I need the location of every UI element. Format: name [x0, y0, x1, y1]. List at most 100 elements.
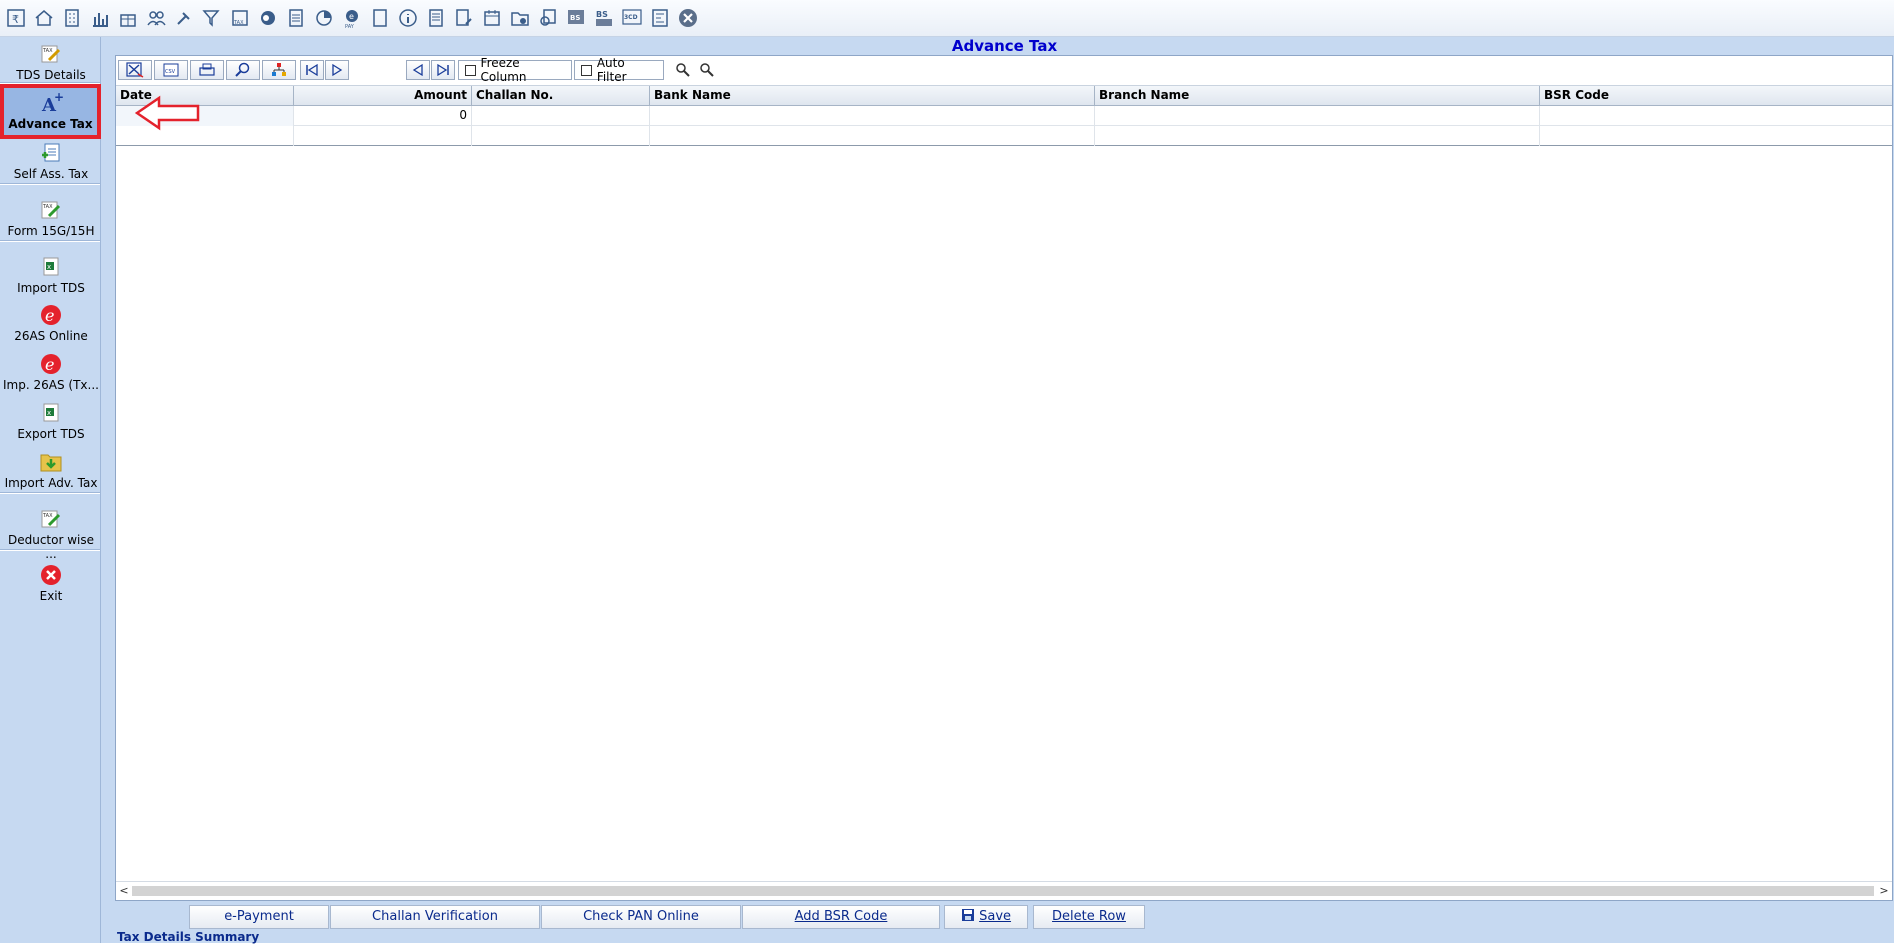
cell-bank-name[interactable]: [650, 126, 1095, 146]
cell-bank-name[interactable]: [650, 106, 1095, 126]
find-next-button[interactable]: [696, 60, 718, 80]
sidebar-item-label: Imp. 26AS (Tx...: [3, 378, 99, 392]
sidebar-item-label: Advance Tax: [8, 117, 93, 131]
search-user-icon: [676, 63, 690, 77]
book-icon[interactable]: [368, 6, 392, 30]
column-header-bank-name[interactable]: Bank Name: [650, 86, 1095, 106]
e-filing-icon: e: [41, 305, 61, 325]
report-icon[interactable]: [424, 6, 448, 30]
freeze-column-toggle[interactable]: Freeze Column: [458, 56, 572, 84]
e-payment-button[interactable]: e-Payment: [189, 905, 329, 929]
action-bar: e-Payment Challan Verification Check PAN…: [101, 905, 1894, 929]
first-record-button[interactable]: [300, 60, 324, 80]
sidebar-item-advance-tax[interactable]: A + Advance Tax: [0, 84, 101, 139]
column-header-challan-no[interactable]: Challan No.: [472, 86, 650, 106]
preview-button[interactable]: [226, 60, 260, 80]
scroll-right-icon[interactable]: >: [1877, 884, 1891, 898]
table-row[interactable]: 0: [116, 106, 1892, 126]
last-record-button[interactable]: [431, 60, 455, 80]
form-edit-icon: TAX: [41, 201, 61, 219]
cell-challan-no[interactable]: [472, 106, 650, 126]
horizontal-scrollbar[interactable]: < >: [116, 881, 1892, 900]
cell-branch-name[interactable]: [1095, 126, 1540, 146]
sidebar-item-label: Export TDS: [17, 427, 85, 441]
sidebar-item-imp-26as[interactable]: e Imp. 26AS (Tx...: [2, 352, 100, 392]
csv-button[interactable]: CSV: [154, 60, 188, 80]
tax-icon[interactable]: TAX: [228, 6, 252, 30]
auto-filter-toggle[interactable]: Auto Filter: [574, 56, 664, 84]
add-bsr-code-button[interactable]: Add BSR Code: [742, 905, 940, 929]
sidebar-item-exit[interactable]: Exit: [2, 563, 100, 603]
column-header-branch-name[interactable]: Branch Name: [1095, 86, 1540, 106]
copy-doc-icon[interactable]: [536, 6, 560, 30]
close-circle-icon[interactable]: [676, 6, 700, 30]
pie-chart-icon[interactable]: [312, 6, 336, 30]
tax-edit-icon: TAX: [41, 45, 61, 63]
table-row[interactable]: [116, 126, 1892, 146]
epay-icon[interactable]: e PAY: [340, 6, 364, 30]
gift-icon[interactable]: [116, 6, 140, 30]
sidebar-item-label: 26AS Online: [14, 329, 88, 343]
delete-row-button[interactable]: Delete Row: [1033, 905, 1145, 929]
sidebar-item-form-15g-15h[interactable]: TAX Form 15G/15H: [2, 198, 100, 238]
cell-challan-no[interactable]: [472, 126, 650, 146]
cell-bsr-code[interactable]: [1540, 106, 1892, 126]
print-button[interactable]: [190, 60, 224, 80]
exit-icon: [41, 565, 61, 585]
bs-icon[interactable]: BS: [564, 6, 588, 30]
bs-sch-icon[interactable]: BS: [592, 6, 616, 30]
advance-tax-icon: A+: [41, 91, 63, 115]
3cd-icon[interactable]: 3CD: [620, 6, 644, 30]
cell-amount[interactable]: 0: [294, 106, 472, 126]
export-excel-button[interactable]: [118, 60, 152, 80]
rupee-book-icon[interactable]: ₹: [4, 6, 28, 30]
filter-icon[interactable]: [200, 6, 224, 30]
auto-filter-checkbox[interactable]: [581, 64, 592, 76]
folder-add-icon[interactable]: [508, 6, 532, 30]
freeze-column-checkbox[interactable]: [465, 64, 476, 76]
group-button[interactable]: [262, 60, 296, 80]
column-header-amount[interactable]: Amount: [294, 86, 472, 106]
calendar-icon[interactable]: [480, 6, 504, 30]
sidebar-item-deductor-wise[interactable]: TAX Deductor wise ...: [2, 507, 100, 561]
form-icon[interactable]: [648, 6, 672, 30]
bar-chart-icon[interactable]: [88, 6, 112, 30]
sidebar-item-import-adv-tax[interactable]: Import Adv. Tax: [2, 450, 100, 490]
self-assessment-icon: [42, 143, 60, 162]
edit-doc-icon[interactable]: [452, 6, 476, 30]
svg-text:TAX: TAX: [42, 204, 53, 210]
add-bsr-code-label: Add BSR Code: [794, 909, 888, 924]
scroll-thumb[interactable]: [132, 886, 1874, 896]
cell-amount[interactable]: [294, 126, 472, 146]
prev-record-button[interactable]: [406, 60, 430, 80]
sidebar-item-import-tds[interactable]: x Import TDS: [2, 255, 100, 295]
sidebar-item-26as-online[interactable]: e 26AS Online: [2, 303, 100, 343]
next-record-button[interactable]: [325, 60, 349, 80]
find-button[interactable]: [672, 60, 694, 80]
sidebar-item-tds-details[interactable]: TAX TDS Details: [2, 42, 100, 82]
users-icon[interactable]: [144, 6, 168, 30]
gavel-icon[interactable]: [172, 6, 196, 30]
tax-details-summary-label[interactable]: Tax Details Summary: [117, 930, 259, 944]
column-header-bsr-code[interactable]: BSR Code: [1540, 86, 1892, 106]
calculator-icon[interactable]: [284, 6, 308, 30]
svg-text:₹: ₹: [12, 13, 19, 26]
home-icon[interactable]: [32, 6, 56, 30]
cell-branch-name[interactable]: [1095, 106, 1540, 126]
save-button[interactable]: Save: [944, 905, 1028, 929]
challan-verification-button[interactable]: Challan Verification: [330, 905, 540, 929]
check-pan-online-button[interactable]: Check PAN Online: [541, 905, 741, 929]
cell-bsr-code[interactable]: [1540, 126, 1892, 146]
annotation-arrow-icon: [135, 95, 200, 131]
pie-toggle-icon[interactable]: [256, 6, 280, 30]
csv-icon: CSV: [163, 63, 179, 77]
search-user-icon: [700, 63, 714, 77]
sidebar-item-label: Deductor wise ...: [7, 533, 95, 561]
sidebar-item-self-ass-tax[interactable]: Self Ass. Tax: [2, 141, 100, 181]
info-icon[interactable]: [396, 6, 420, 30]
sidebar-item-export-tds[interactable]: x Export TDS: [2, 401, 100, 441]
svg-text:e: e: [45, 355, 54, 374]
building-icon[interactable]: [60, 6, 84, 30]
scroll-left-icon[interactable]: <: [117, 884, 131, 898]
sidebar-divider: [0, 549, 100, 551]
